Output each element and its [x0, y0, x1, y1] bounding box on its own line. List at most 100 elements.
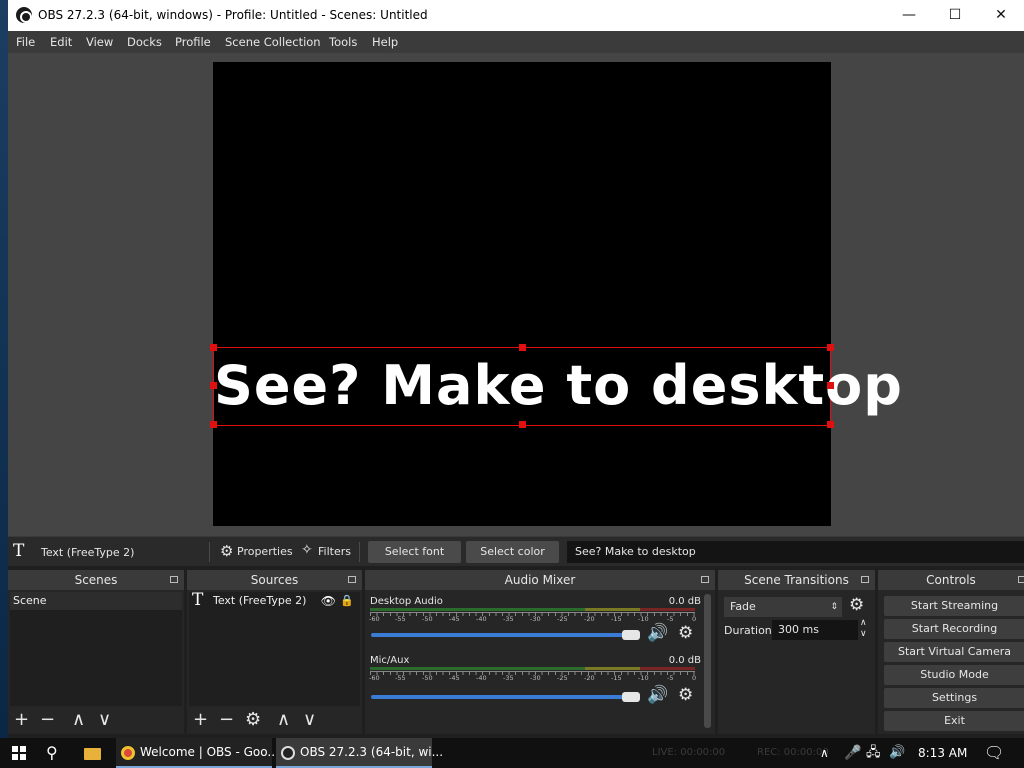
tick-label: -55: [395, 615, 406, 623]
track-settings-gear-icon[interactable]: ⚙: [678, 623, 693, 643]
move-down-icon[interactable]: ∨: [303, 709, 316, 730]
select-color-button[interactable]: Select color: [466, 541, 559, 563]
transition-settings-gear-icon[interactable]: ⚙: [849, 595, 864, 615]
duration-input[interactable]: 300 ms: [772, 620, 858, 640]
menu-profile[interactable]: Profile: [175, 35, 211, 49]
start-streaming-button[interactable]: Start Streaming: [884, 596, 1024, 616]
chevron-up-icon[interactable]: ∧: [820, 738, 829, 768]
start-virtual-camera-button[interactable]: Start Virtual Camera: [884, 642, 1024, 662]
transition-select[interactable]: Fade ⇕: [724, 597, 842, 617]
resize-handle-bottom[interactable]: [519, 421, 526, 428]
maximize-button[interactable]: ☐: [932, 0, 978, 31]
scenes-dock-header: Scenes: [8, 570, 184, 590]
studio-mode-button[interactable]: Studio Mode: [884, 665, 1024, 685]
resize-handle-top[interactable]: [519, 344, 526, 351]
tick-label: -25: [557, 674, 568, 682]
properties-button[interactable]: Properties: [237, 545, 293, 558]
remove-scene-icon[interactable]: −: [40, 709, 55, 730]
taskbar-item-obs[interactable]: OBS 27.2.3 (64-bit, wi...: [276, 738, 443, 768]
search-icon[interactable]: ⚲: [46, 738, 58, 768]
undock-icon[interactable]: [170, 576, 178, 583]
menu-bar: File Edit View Docks Profile Scene Colle…: [8, 31, 1024, 53]
undock-icon[interactable]: [861, 576, 869, 583]
clock[interactable]: 8:13 AM: [918, 738, 967, 768]
mixer-scrollbar[interactable]: [704, 594, 711, 728]
source-properties-gear-icon[interactable]: ⚙: [245, 709, 261, 730]
filters-button[interactable]: Filters: [318, 545, 351, 558]
source-item[interactable]: T Text (FreeType 2) 👁 🔒: [189, 591, 360, 610]
minimize-button[interactable]: —: [886, 0, 932, 31]
menu-docks[interactable]: Docks: [127, 35, 162, 49]
tick-label: -30: [530, 615, 541, 623]
preview-text: See? Make to desktop: [214, 354, 903, 417]
resize-handle-bottom-right[interactable]: [827, 421, 834, 428]
select-font-button[interactable]: Select font: [368, 541, 461, 563]
sources-dock: Sources T Text (FreeType 2) 👁 🔒 + − ⚙ ∧ …: [187, 570, 362, 734]
source-text-field[interactable]: See? Make to desktop: [567, 541, 1024, 563]
audio-mixer-title: Audio Mixer: [504, 573, 576, 587]
volume-slider[interactable]: [371, 695, 629, 699]
menu-file[interactable]: File: [16, 35, 35, 49]
taskbar: ⚲ Welcome | OBS - Goo... OBS 27.2.3 (64-…: [0, 738, 1024, 768]
source-toolbar: T Text (FreeType 2) ⚙ Properties ✧ Filte…: [8, 536, 1024, 566]
taskbar-item-label: OBS 27.2.3 (64-bit, wi...: [300, 745, 444, 759]
text-source-icon: T: [13, 541, 25, 561]
visibility-eye-icon[interactable]: 👁: [321, 592, 336, 610]
duration-stepper-icon[interactable]: ∧ ∨: [860, 618, 867, 640]
resize-handle-right[interactable]: [827, 382, 834, 389]
tick-label: -20: [584, 615, 595, 623]
windows-start-icon[interactable]: [12, 746, 26, 760]
volume-icon[interactable]: 🔊: [889, 738, 905, 768]
obs-taskbar-icon: [281, 746, 295, 760]
track-level: 0.0 dB: [668, 655, 701, 666]
volume-slider-handle[interactable]: [622, 692, 640, 702]
undock-icon[interactable]: [1018, 576, 1024, 583]
file-explorer-icon[interactable]: [82, 738, 102, 768]
menu-help[interactable]: Help: [372, 35, 398, 49]
tick-label: -35: [503, 674, 514, 682]
undock-icon[interactable]: [348, 576, 356, 583]
close-button[interactable]: ✕: [978, 0, 1024, 31]
lock-icon[interactable]: 🔒: [340, 592, 354, 610]
microphone-icon[interactable]: 🎤: [844, 738, 861, 768]
tick-label: -5: [667, 615, 674, 623]
undock-icon[interactable]: [701, 576, 709, 583]
add-source-icon[interactable]: +: [193, 709, 208, 730]
scenes-dock: Scenes Scene + − ∧ ∨: [8, 570, 184, 734]
resize-handle-top-right[interactable]: [827, 344, 834, 351]
taskbar-item-chrome[interactable]: Welcome | OBS - Goo...: [116, 738, 279, 768]
tick-label: 0: [692, 615, 697, 623]
speaker-icon[interactable]: 🔊: [647, 623, 668, 643]
selected-text-source[interactable]: See? Make to desktop: [210, 344, 903, 428]
resize-handle-bottom-left[interactable]: [210, 421, 217, 428]
settings-button[interactable]: Settings: [884, 688, 1024, 708]
network-icon[interactable]: 🖧: [866, 738, 881, 768]
rec-status-ghost: REC: 00:00:00: [757, 747, 829, 758]
speaker-icon[interactable]: 🔊: [647, 685, 668, 705]
audio-track-mic: Mic/Aux 0.0 dB -60 -55 -50 -45 -40 -35 -…: [367, 651, 705, 706]
exit-button[interactable]: Exit: [884, 711, 1024, 731]
controls-dock-header: Controls: [878, 570, 1024, 590]
move-down-icon[interactable]: ∨: [98, 709, 111, 730]
notifications-icon[interactable]: 🗨: [984, 738, 1004, 768]
menu-tools[interactable]: Tools: [329, 35, 357, 49]
track-settings-gear-icon[interactable]: ⚙: [678, 685, 693, 705]
tick-label: -60: [369, 615, 380, 623]
live-status-ghost: LIVE: 00:00:00: [652, 747, 726, 758]
menu-edit[interactable]: Edit: [50, 35, 72, 49]
volume-slider[interactable]: [371, 633, 629, 637]
menu-view[interactable]: View: [86, 35, 113, 49]
start-recording-button[interactable]: Start Recording: [884, 619, 1024, 639]
resize-handle-top-left[interactable]: [210, 344, 217, 351]
move-up-icon[interactable]: ∧: [72, 709, 85, 730]
resize-handle-left[interactable]: [210, 382, 217, 389]
preview-canvas[interactable]: See? Make to desktop: [210, 62, 903, 526]
menu-scene-collection[interactable]: Scene Collection: [225, 35, 321, 49]
scene-transitions-dock-header: Scene Transitions: [718, 570, 875, 590]
scene-item[interactable]: Scene: [10, 592, 182, 610]
add-scene-icon[interactable]: +: [14, 709, 29, 730]
volume-slider-handle[interactable]: [622, 630, 640, 640]
move-up-icon[interactable]: ∧: [277, 709, 290, 730]
source-item-label: Text (FreeType 2): [213, 594, 307, 607]
remove-source-icon[interactable]: −: [219, 709, 234, 730]
